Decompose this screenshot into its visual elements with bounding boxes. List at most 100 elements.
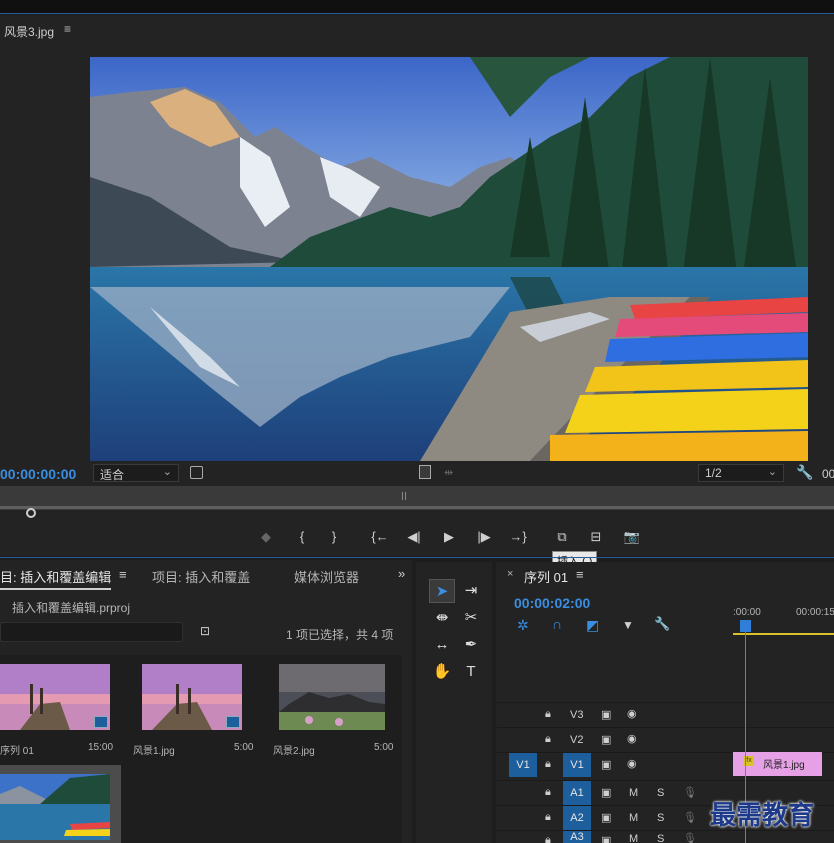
resolution-dropdown[interactable]: 1/2 ⌄ [698, 464, 784, 482]
source-timecode[interactable]: 00:00:00:00 [0, 466, 76, 482]
track-label[interactable]: A2 [563, 806, 591, 830]
image-badge-icon [226, 716, 240, 728]
nest-icon[interactable]: ✲ [517, 617, 529, 634]
project-item-selected[interactable] [0, 765, 121, 843]
sync-lock-icon[interactable]: ▣ [601, 811, 611, 824]
type-tool-icon[interactable]: T [458, 660, 484, 684]
step-forward-icon[interactable]: |▶ [474, 529, 494, 547]
lock-icon[interactable]: 🔒︎ [545, 758, 551, 771]
track-select-tool-icon[interactable]: ⇥ [458, 579, 484, 603]
ripple-edit-tool-icon[interactable]: ⇼ [429, 606, 455, 630]
selection-status: 1 项已选择，共 4 项 [286, 628, 394, 642]
eye-icon[interactable]: ◉ [627, 732, 637, 745]
timeline-timecode[interactable]: 00:00:02:00 [514, 595, 590, 611]
solo-button[interactable]: S [657, 812, 664, 824]
camera-icon[interactable]: 📷 [622, 529, 642, 547]
sync-lock-icon[interactable]: ▣ [601, 758, 611, 771]
source-playhead[interactable] [26, 508, 36, 518]
monitor-menu-icon[interactable]: ≡ [64, 22, 71, 36]
image-thumbnail[interactable] [142, 664, 242, 730]
new-bin-icon[interactable]: ⊡ [200, 624, 210, 638]
microphone-icon[interactable]: 🎙︎ [683, 832, 697, 843]
mute-button[interactable]: M [629, 787, 638, 799]
go-to-out-icon[interactable]: →} [508, 529, 528, 547]
solo-button[interactable]: S [657, 833, 664, 843]
source-scroll-bar[interactable] [0, 506, 834, 509]
item-duration: 15:00 [88, 742, 114, 753]
ruler-handle-icon[interactable] [402, 492, 406, 500]
item-name: 风景2.jpg [273, 746, 315, 757]
image-thumbnail[interactable] [0, 774, 110, 840]
track-label[interactable]: V2 [570, 734, 583, 746]
sync-lock-icon[interactable]: ▣ [601, 733, 611, 746]
snap-icon[interactable]: ∩ [552, 616, 562, 632]
lock-icon[interactable]: 🔒︎ [545, 834, 551, 843]
slip-tool-icon[interactable]: ↔ [429, 633, 455, 657]
pen-tool-icon[interactable]: ✒ [458, 633, 484, 657]
mark-out-icon[interactable]: } [324, 529, 344, 547]
item-duration: 5:00 [374, 742, 394, 753]
play-icon[interactable]: ▶ [439, 529, 459, 547]
export-frame-icon[interactable] [419, 465, 431, 479]
sync-lock-icon[interactable]: ▣ [601, 708, 611, 721]
monitor-title[interactable]: 风景3.jpg [4, 23, 54, 40]
microphone-icon[interactable]: 🎙︎ [683, 811, 697, 824]
go-to-in-icon[interactable]: {← [370, 529, 390, 547]
add-marker-icon[interactable]: ◆ [256, 529, 276, 547]
tab-project-2[interactable]: 项目: 插入和覆盖 [152, 567, 250, 586]
lock-icon[interactable]: 🔒︎ [545, 733, 551, 746]
track-label[interactable]: V1 [563, 753, 591, 777]
eye-icon[interactable]: ◉ [627, 707, 637, 720]
sequence-thumbnail[interactable] [0, 664, 110, 730]
tab-sequence[interactable]: 序列 01 [524, 567, 568, 586]
solo-button[interactable]: S [657, 787, 664, 799]
mute-button[interactable]: M [629, 812, 638, 824]
eye-icon[interactable]: ◉ [627, 757, 637, 770]
track-label[interactable]: A3 [563, 831, 591, 843]
microphone-icon[interactable]: 🎙︎ [683, 786, 697, 799]
insert-icon[interactable]: ⧉ [551, 529, 573, 547]
add-marker-icon[interactable]: ▼ [622, 618, 634, 632]
project-menu-icon[interactable]: ≡ [119, 567, 127, 582]
safe-margin-icon[interactable] [190, 466, 203, 479]
mark-in-icon[interactable]: { [292, 529, 312, 547]
linked-selection-icon[interactable]: ◩ [586, 617, 599, 634]
image-thumbnail[interactable] [279, 664, 385, 730]
drag-video-icon[interactable]: ⇹ [444, 466, 453, 479]
fit-dropdown[interactable]: 适合 ⌄ [93, 464, 179, 482]
step-back-icon[interactable]: ◀| [404, 529, 424, 547]
tab-project[interactable]: 目: 插入和覆盖编辑 [0, 567, 112, 590]
wrench-icon[interactable]: 🔧 [796, 464, 813, 481]
tab-media-browser[interactable]: 媒体浏览器 [294, 567, 359, 586]
razor-tool-icon[interactable]: ✂ [458, 606, 484, 630]
sync-lock-icon[interactable]: ▣ [601, 834, 611, 843]
item-duration: 5:00 [234, 742, 254, 753]
sync-lock-icon[interactable]: ▣ [601, 786, 611, 799]
track-row-v2: 🔒︎ V2 ▣ ◉ [497, 727, 834, 751]
search-input[interactable] [0, 622, 183, 642]
project-grid: 序列 01 15:00 风景1.jpg 5:00 风景2.jpg 5:00 [0, 655, 402, 843]
track-row-v3: 🔒︎ V3 ▣ ◉ [497, 702, 834, 726]
watermark: 最需教育 [710, 801, 815, 831]
timeline-playhead[interactable] [740, 620, 751, 632]
timeline-ruler-next: 00:00:15 [796, 607, 834, 618]
sequence-menu-icon[interactable]: ≡ [576, 567, 584, 582]
selection-tool-icon[interactable]: ➤ [429, 579, 455, 603]
landscape-image [90, 57, 808, 461]
overwrite-icon[interactable]: ⊟ [586, 529, 606, 547]
source-patch-v1[interactable]: V1 [509, 753, 537, 777]
track-label[interactable]: A1 [563, 781, 591, 805]
more-tabs-icon[interactable]: » [398, 566, 405, 581]
top-strip [0, 0, 834, 14]
resolution-label: 1/2 [705, 466, 722, 480]
close-icon[interactable]: × [507, 568, 513, 580]
hand-tool-icon[interactable]: ✋ [429, 660, 455, 684]
mute-button[interactable]: M [629, 833, 638, 843]
lock-icon[interactable]: 🔒︎ [545, 708, 551, 721]
work-area-bar[interactable] [733, 633, 834, 635]
chevron-down-icon: ⌄ [767, 466, 777, 478]
lock-icon[interactable]: 🔒︎ [545, 811, 551, 824]
timeline-settings-icon[interactable]: 🔧 [654, 616, 670, 632]
lock-icon[interactable]: 🔒︎ [545, 786, 551, 799]
track-label[interactable]: V3 [570, 709, 583, 721]
